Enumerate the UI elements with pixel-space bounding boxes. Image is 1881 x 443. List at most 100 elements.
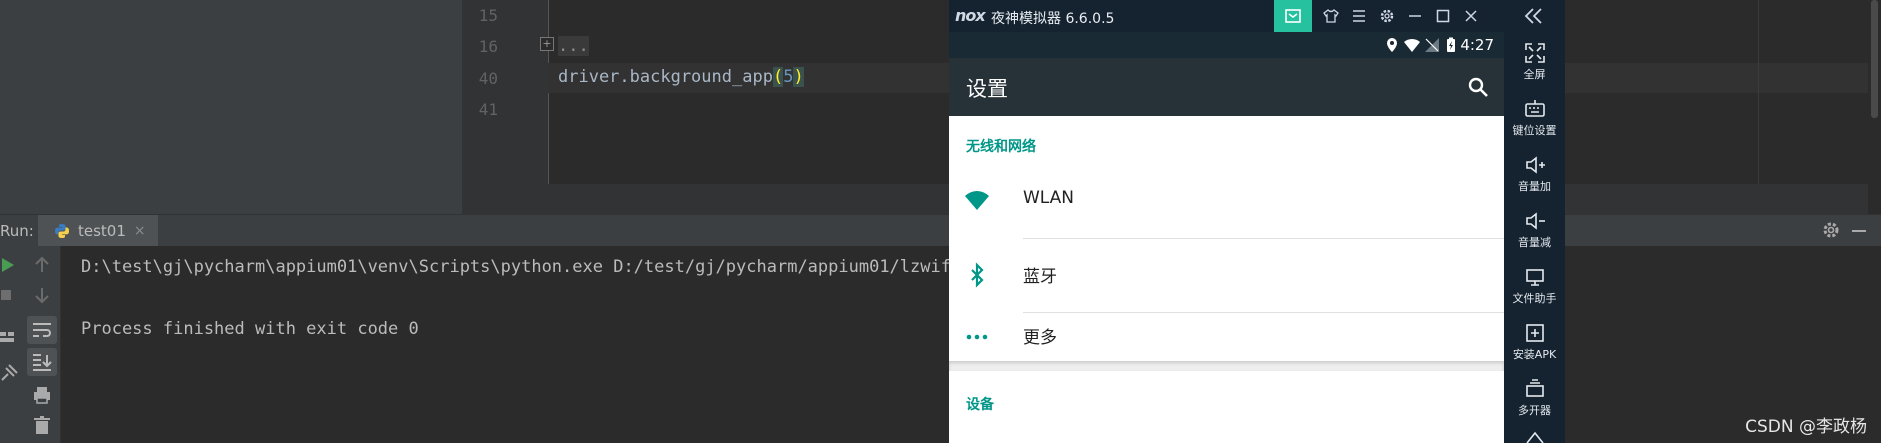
layout-icon[interactable]: [0, 326, 22, 348]
run-toolbar: [24, 246, 61, 443]
wifi-signal-icon: [1404, 38, 1420, 52]
stop-icon[interactable]: [0, 284, 22, 306]
nox-titlebar[interactable]: nox 夜神模拟器 6.6.0.5: [949, 0, 1565, 32]
sidebar-label: 全屏: [1523, 68, 1546, 81]
soft-wrap-icon: [33, 323, 51, 337]
trash-icon[interactable]: [31, 414, 53, 436]
console-line: D:\test\gj\pycharm\appium01\venv\Scripts…: [81, 257, 972, 277]
sidebar-label: 音量加: [1518, 180, 1551, 193]
nox-logo: nox: [955, 6, 986, 25]
rocket-icon[interactable]: [1523, 430, 1547, 443]
minimize-panel-icon[interactable]: [1852, 230, 1866, 232]
arrow-up-icon[interactable]: [31, 254, 53, 276]
run-label: Run:: [0, 222, 34, 240]
sidebar-label: 音量减: [1518, 236, 1551, 249]
search-icon[interactable]: [1466, 75, 1490, 99]
fold-toggle[interactable]: +: [540, 37, 554, 51]
window-title: 夜神模拟器 6.6.0.5: [991, 11, 1115, 27]
run-toolbar-left: [0, 246, 24, 443]
sidebar-label: 多开器: [1518, 404, 1551, 417]
bluetooth-icon: [971, 262, 984, 288]
keyboard-icon: [1524, 100, 1545, 117]
multi-instance-icon: [1525, 379, 1544, 397]
console-line: Process finished with exit code 0: [81, 319, 419, 339]
folded-code[interactable]: ...: [558, 36, 589, 56]
page-title: 设置: [966, 77, 1008, 101]
status-bar: 4:27: [949, 32, 1504, 58]
setting-more[interactable]: 更多: [949, 312, 1504, 361]
sidebar-fullscreen[interactable]: 全屏: [1504, 36, 1565, 92]
project-pane: [0, 0, 462, 214]
shirt-icon[interactable]: [1323, 8, 1339, 24]
rerun-icon[interactable]: [0, 254, 22, 276]
code-line[interactable]: driver.background_app(5): [558, 67, 804, 87]
sidebar-volume-up[interactable]: 音量加: [1504, 148, 1565, 204]
line-gutter: 15 16 40 41 +: [462, 0, 554, 214]
sidebar-key-mapping[interactable]: 键位设置: [1504, 92, 1565, 148]
volume-up-icon: [1525, 156, 1545, 174]
menu-icon[interactable]: [1351, 8, 1367, 24]
minimize-icon[interactable]: [1407, 8, 1423, 24]
setting-label: 蓝牙: [1023, 267, 1057, 287]
collapse-icon[interactable]: [1522, 6, 1546, 26]
watermark: CSDN @李政杨: [1745, 417, 1867, 437]
setting-label: 更多: [1023, 328, 1057, 348]
more-icon: [966, 334, 988, 340]
line-number: 41: [478, 100, 498, 119]
code-call: driver.background_app: [558, 67, 773, 87]
run-tool-header: Run: test01 ×: [0, 214, 1881, 247]
sidebar-label: 文件助手: [1512, 292, 1557, 305]
wifi-icon: [965, 191, 989, 210]
right-scrollbar[interactable]: [1868, 0, 1881, 214]
setting-wlan[interactable]: WLAN: [949, 164, 1504, 238]
line-number: 40: [478, 69, 498, 88]
scroll-thumb[interactable]: [1871, 0, 1878, 118]
section-header-wireless: 无线和网络: [966, 139, 1036, 155]
line-number: 15: [478, 6, 498, 25]
cellular-signal-icon: [1425, 38, 1439, 52]
run-tab-label: test01: [78, 222, 126, 240]
nox-emulator-window: nox 夜神模拟器 6.6.0.5 4:27 设置 无线和网络 WLAN 蓝牙 …: [949, 0, 1565, 443]
file-assistant-icon: [1525, 269, 1544, 286]
close-icon[interactable]: [1463, 8, 1479, 24]
app-bar: 设置: [949, 58, 1504, 116]
sidebar-volume-down[interactable]: 音量减: [1504, 204, 1565, 260]
arrow-down-icon[interactable]: [31, 284, 53, 306]
gear-icon[interactable]: [1379, 8, 1395, 24]
volume-down-icon: [1525, 212, 1545, 230]
nox-sidebar: 全屏 键位设置 音量加 音量减 文件助手 安装APK 多开器: [1504, 0, 1565, 443]
section-divider: [949, 361, 1504, 371]
code-paren-close: ): [793, 67, 804, 87]
python-icon: [55, 224, 69, 238]
setting-bluetooth[interactable]: 蓝牙: [949, 238, 1504, 312]
scroll-to-end-icon: [33, 354, 52, 371]
section-header-device: 设备: [966, 397, 994, 413]
android-screen[interactable]: 4:27 设置 无线和网络 WLAN 蓝牙 更多 设备: [949, 32, 1504, 443]
settings-list: 无线和网络 WLAN 蓝牙 更多 设备: [949, 116, 1504, 443]
sidebar-install-apk[interactable]: 安装APK: [1504, 316, 1565, 372]
sidebar-file-assistant[interactable]: 文件助手: [1504, 260, 1565, 316]
right-margin-guide: [1758, 0, 1759, 184]
sidebar-label: 安装APK: [1512, 348, 1557, 361]
pin-icon[interactable]: [0, 362, 22, 384]
emulator-mail-button[interactable]: [1274, 0, 1312, 32]
maximize-icon[interactable]: [1435, 8, 1451, 24]
code-argument: 5: [783, 67, 794, 87]
clock: 4:27: [1460, 36, 1494, 54]
scroll-to-end-toggle-bg[interactable]: [27, 348, 57, 376]
battery-icon: [1447, 37, 1455, 52]
sidebar-label: 键位设置: [1512, 124, 1557, 137]
run-tab-test01[interactable]: test01 ×: [38, 215, 158, 247]
code-paren-open: (: [772, 67, 784, 87]
print-icon[interactable]: [31, 384, 53, 406]
install-apk-icon: [1525, 324, 1544, 342]
setting-label: WLAN: [1023, 188, 1075, 208]
location-icon: [1387, 38, 1397, 52]
sidebar-multi-instance[interactable]: 多开器: [1504, 372, 1565, 428]
fullscreen-icon: [1524, 43, 1545, 63]
line-number: 16: [478, 37, 498, 56]
gear-icon[interactable]: [1822, 221, 1840, 239]
mail-icon: [1285, 9, 1301, 23]
soft-wrap-toggle-bg[interactable]: [27, 316, 57, 344]
close-icon[interactable]: ×: [134, 223, 146, 239]
